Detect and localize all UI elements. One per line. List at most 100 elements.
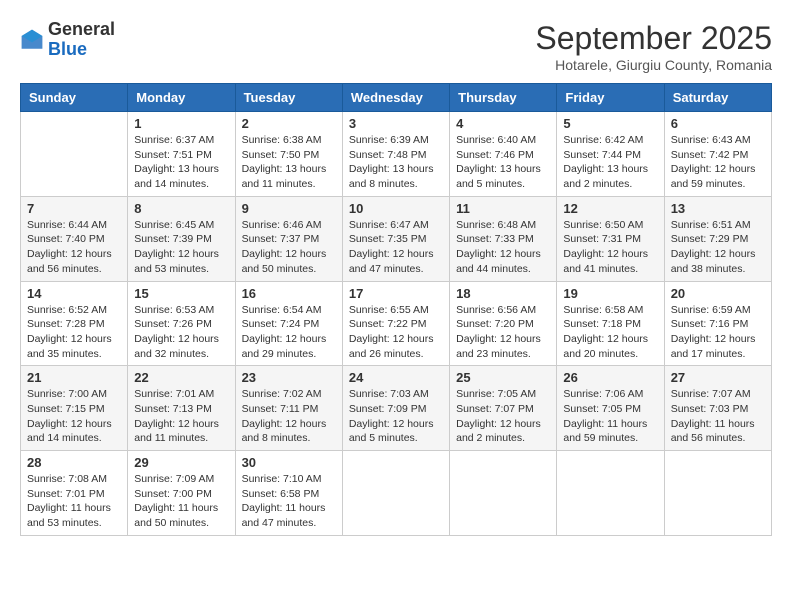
calendar-week-5: 28 Sunrise: 7:08 AMSunset: 7:01 PMDayligh… [21, 451, 772, 536]
day-number: 12 [563, 201, 657, 216]
day-number: 21 [27, 370, 121, 385]
day-number: 22 [134, 370, 228, 385]
table-row: 21Sunrise: 7:00 AMSunset: 7:15 PMDayligh… [21, 366, 128, 451]
day-info: Sunrise: 6:51 AMSunset: 7:29 PMDaylight:… [671, 218, 765, 277]
table-row: 3Sunrise: 6:39 AMSunset: 7:48 PMDaylight… [342, 112, 449, 197]
table-row: 28 Sunrise: 7:08 AMSunset: 7:01 PMDayligh… [21, 451, 128, 536]
day-number: 23 [242, 370, 336, 385]
table-row: 23 Sunrise: 7:02 AMSunset: 7:11 PMDayligh… [235, 366, 342, 451]
day-number: 2 [242, 116, 336, 131]
page-header: General Blue September 2025 Hotarele, Gi… [20, 20, 772, 73]
day-info: Sunrise: 6:58 AMSunset: 7:18 PMDaylight:… [563, 303, 657, 362]
table-row: 15Sunrise: 6:53 AMSunset: 7:26 PMDayligh… [128, 281, 235, 366]
table-row: 13 Sunrise: 6:51 AMSunset: 7:29 PMDayligh… [664, 196, 771, 281]
table-row: 12 Sunrise: 6:50 AMSunset: 7:31 PMDayligh… [557, 196, 664, 281]
day-info: Sunrise: 6:37 AMSunset: 7:51 PMDaylight:… [134, 133, 228, 192]
day-info: Sunrise: 6:45 AMSunset: 7:39 PMDaylight:… [134, 218, 228, 277]
day-number: 4 [456, 116, 550, 131]
day-number: 8 [134, 201, 228, 216]
day-number: 20 [671, 286, 765, 301]
day-number: 14 [27, 286, 121, 301]
table-row: 24Sunrise: 7:03 AMSunset: 7:09 PMDayligh… [342, 366, 449, 451]
table-row: 20 Sunrise: 6:59 AMSunset: 7:16 PMDayligh… [664, 281, 771, 366]
table-row [664, 451, 771, 536]
table-row [557, 451, 664, 536]
day-info: Sunrise: 6:52 AMSunset: 7:28 PMDaylight:… [27, 303, 121, 362]
day-info: Sunrise: 7:06 AMSunset: 7:05 PMDaylight:… [563, 387, 657, 446]
calendar-week-4: 21Sunrise: 7:00 AMSunset: 7:15 PMDayligh… [21, 366, 772, 451]
logo: General Blue [20, 20, 115, 60]
day-number: 10 [349, 201, 443, 216]
day-number: 28 [27, 455, 121, 470]
table-row: 1 Sunrise: 6:37 AMSunset: 7:51 PMDaylight… [128, 112, 235, 197]
day-number: 26 [563, 370, 657, 385]
table-row: 27 Sunrise: 7:07 AMSunset: 7:03 PMDayligh… [664, 366, 771, 451]
day-number: 7 [27, 201, 121, 216]
location-subtitle: Hotarele, Giurgiu County, Romania [535, 57, 772, 73]
day-number: 6 [671, 116, 765, 131]
day-info: Sunrise: 6:43 AMSunset: 7:42 PMDaylight:… [671, 133, 765, 192]
title-section: September 2025 Hotarele, Giurgiu County,… [535, 20, 772, 73]
day-info: Sunrise: 7:05 AMSunset: 7:07 PMDaylight:… [456, 387, 550, 446]
table-row: 5Sunrise: 6:42 AMSunset: 7:44 PMDaylight… [557, 112, 664, 197]
calendar-week-3: 14 Sunrise: 6:52 AMSunset: 7:28 PMDayligh… [21, 281, 772, 366]
day-info: Sunrise: 6:59 AMSunset: 7:16 PMDaylight:… [671, 303, 765, 362]
day-number: 13 [671, 201, 765, 216]
day-info: Sunrise: 6:54 AMSunset: 7:24 PMDaylight:… [242, 303, 336, 362]
table-row: 17Sunrise: 6:55 AMSunset: 7:22 PMDayligh… [342, 281, 449, 366]
day-number: 19 [563, 286, 657, 301]
header-saturday: Saturday [664, 84, 771, 112]
day-info: Sunrise: 7:10 AMSunset: 6:58 PMDaylight:… [242, 472, 336, 531]
day-info: Sunrise: 6:56 AMSunset: 7:20 PMDaylight:… [456, 303, 550, 362]
day-info: Sunrise: 6:53 AMSunset: 7:26 PMDaylight:… [134, 303, 228, 362]
day-number: 27 [671, 370, 765, 385]
table-row: 6 Sunrise: 6:43 AMSunset: 7:42 PMDaylight… [664, 112, 771, 197]
day-number: 9 [242, 201, 336, 216]
table-row: 16 Sunrise: 6:54 AMSunset: 7:24 PMDayligh… [235, 281, 342, 366]
calendar-week-2: 7Sunrise: 6:44 AMSunset: 7:40 PMDaylight… [21, 196, 772, 281]
table-row [342, 451, 449, 536]
day-number: 1 [134, 116, 228, 131]
table-row: 29 Sunrise: 7:09 AMSunset: 7:00 PMDayligh… [128, 451, 235, 536]
table-row [21, 112, 128, 197]
logo-icon [20, 28, 44, 52]
day-info: Sunrise: 6:50 AMSunset: 7:31 PMDaylight:… [563, 218, 657, 277]
table-row: 9Sunrise: 6:46 AMSunset: 7:37 PMDaylight… [235, 196, 342, 281]
table-row: 26 Sunrise: 7:06 AMSunset: 7:05 PMDayligh… [557, 366, 664, 451]
day-info: Sunrise: 7:09 AMSunset: 7:00 PMDaylight:… [134, 472, 228, 531]
table-row: 18Sunrise: 6:56 AMSunset: 7:20 PMDayligh… [450, 281, 557, 366]
table-row: 14 Sunrise: 6:52 AMSunset: 7:28 PMDayligh… [21, 281, 128, 366]
day-info: Sunrise: 6:48 AMSunset: 7:33 PMDaylight:… [456, 218, 550, 277]
day-number: 30 [242, 455, 336, 470]
day-info: Sunrise: 6:55 AMSunset: 7:22 PMDaylight:… [349, 303, 443, 362]
header-sunday: Sunday [21, 84, 128, 112]
header-friday: Friday [557, 84, 664, 112]
day-info: Sunrise: 7:02 AMSunset: 7:11 PMDaylight:… [242, 387, 336, 446]
table-row: 30 Sunrise: 7:10 AMSunset: 6:58 PMDayligh… [235, 451, 342, 536]
day-number: 5 [563, 116, 657, 131]
table-row: 7Sunrise: 6:44 AMSunset: 7:40 PMDaylight… [21, 196, 128, 281]
table-row: 10 Sunrise: 6:47 AMSunset: 7:35 PMDayligh… [342, 196, 449, 281]
day-info: Sunrise: 6:47 AMSunset: 7:35 PMDaylight:… [349, 218, 443, 277]
day-number: 29 [134, 455, 228, 470]
table-row: 19 Sunrise: 6:58 AMSunset: 7:18 PMDayligh… [557, 281, 664, 366]
calendar-header-row: Sunday Monday Tuesday Wednesday Thursday… [21, 84, 772, 112]
day-number: 16 [242, 286, 336, 301]
day-number: 25 [456, 370, 550, 385]
day-info: Sunrise: 7:03 AMSunset: 7:09 PMDaylight:… [349, 387, 443, 446]
header-monday: Monday [128, 84, 235, 112]
table-row: 8 Sunrise: 6:45 AMSunset: 7:39 PMDaylight… [128, 196, 235, 281]
day-info: Sunrise: 6:38 AMSunset: 7:50 PMDaylight:… [242, 133, 336, 192]
logo-text: General Blue [48, 20, 115, 60]
day-info: Sunrise: 7:08 AMSunset: 7:01 PMDaylight:… [27, 472, 121, 531]
table-row: 11Sunrise: 6:48 AMSunset: 7:33 PMDayligh… [450, 196, 557, 281]
logo-blue: Blue [48, 40, 115, 60]
day-info: Sunrise: 7:07 AMSunset: 7:03 PMDaylight:… [671, 387, 765, 446]
logo-general: General [48, 20, 115, 40]
header-wednesday: Wednesday [342, 84, 449, 112]
day-info: Sunrise: 7:01 AMSunset: 7:13 PMDaylight:… [134, 387, 228, 446]
day-info: Sunrise: 6:40 AMSunset: 7:46 PMDaylight:… [456, 133, 550, 192]
table-row: 25 Sunrise: 7:05 AMSunset: 7:07 PMDayligh… [450, 366, 557, 451]
calendar-table: Sunday Monday Tuesday Wednesday Thursday… [20, 83, 772, 536]
day-number: 3 [349, 116, 443, 131]
